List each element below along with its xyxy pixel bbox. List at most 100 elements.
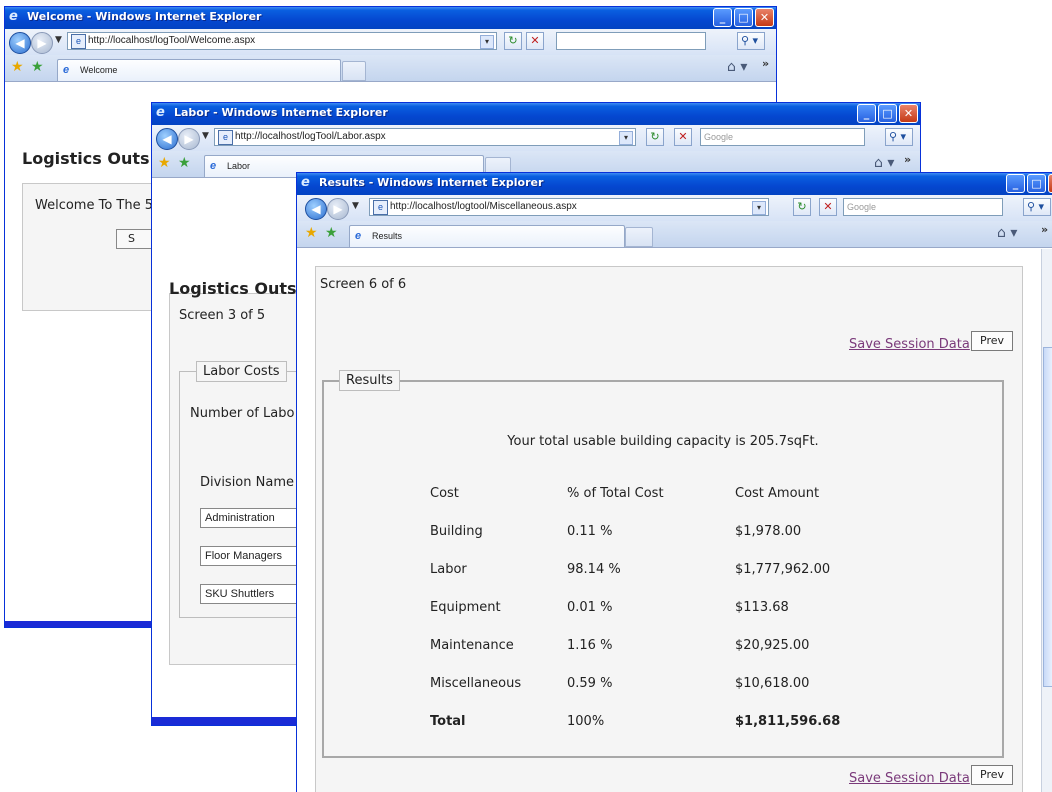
home-icon[interactable]: ⌂ ▾ [997,225,1017,241]
refresh-icon[interactable]: ↻ [504,32,522,50]
back-arrow-icon[interactable]: ◀ [305,198,327,220]
search-icon[interactable]: ⚲ ▾ [737,32,765,50]
close-button[interactable]: ✕ [755,8,774,27]
maximize-button[interactable]: □ [878,104,897,123]
home-icon[interactable]: ⌂ ▾ [727,59,747,75]
scrollbar-thumb[interactable] [1043,347,1052,687]
total-label: Total [430,714,466,729]
window-title: Results - Windows Internet Explorer [319,176,544,189]
more-tools-icon[interactable]: » [904,153,911,166]
address-input[interactable]: e http://localhost/logtool/Miscellaneous… [369,198,769,216]
stop-icon[interactable]: ✕ [819,198,837,216]
column-header-percent: % of Total Cost [567,486,664,501]
stop-icon[interactable]: ✕ [674,128,692,146]
address-input[interactable]: e http://localhost/logTool/Labor.aspx ▾ [214,128,636,146]
page-icon: e [373,200,388,215]
table-cell-amount: $10,618.00 [735,676,810,691]
tab-label: Labor [227,161,251,171]
stop-icon[interactable]: ✕ [526,32,544,50]
results-fieldset: Results Your total usable building capac… [322,370,1004,758]
table-cell-percent: 1.16 % [567,638,613,653]
new-tab-button[interactable] [625,227,653,247]
minimize-button[interactable]: _ [713,8,732,27]
page-title: Logistics Outs [22,149,150,168]
more-tools-icon[interactable]: » [1041,223,1048,236]
history-dropdown-icon[interactable]: ▼ [202,131,209,141]
labor-titlebar[interactable]: e Labor - Windows Internet Explorer _ □ … [152,103,920,125]
table-cell-cost: Labor [430,562,467,577]
address-dropdown-icon[interactable]: ▾ [480,35,494,49]
back-arrow-icon[interactable]: ◀ [9,32,31,54]
division-name-header: Division Name [200,475,294,490]
search-icon[interactable]: ⚲ ▾ [885,128,913,146]
fieldset-legend: Labor Costs [196,361,287,382]
ie-logo-icon: e [301,175,310,190]
address-input[interactable]: e http://localhost/logTool/Welcome.aspx … [67,32,497,50]
total-amount: $1,811,596.68 [735,714,841,729]
refresh-icon[interactable]: ↻ [646,128,664,146]
ie-tab-icon: e [355,230,362,242]
close-button[interactable]: ✕ [899,104,918,123]
tab-results[interactable]: e Results [349,225,625,247]
page-icon: e [218,130,233,145]
prev-button[interactable]: Prev [971,765,1013,785]
maximize-button[interactable]: □ [1027,174,1046,193]
minimize-button[interactable]: _ [1006,174,1025,193]
number-of-labor-label: Number of Labo [190,406,295,421]
address-dropdown-icon[interactable]: ▾ [619,131,633,145]
forward-arrow-icon[interactable]: ▶ [178,128,200,150]
add-favorite-icon[interactable]: ★ [31,59,44,75]
address-url: http://localhost/logTool/Welcome.aspx [88,35,256,46]
fieldset-legend: Results [339,370,400,391]
minimize-button[interactable]: _ [857,104,876,123]
search-input[interactable] [556,32,706,50]
add-favorite-icon[interactable]: ★ [178,155,191,171]
table-cell-cost: Miscellaneous [430,676,522,691]
tab-label: Results [372,231,403,241]
home-icon[interactable]: ⌂ ▾ [874,155,894,171]
search-input[interactable]: Google [700,128,865,146]
search-icon[interactable]: ⚲ ▾ [1023,198,1051,216]
add-favorite-icon[interactable]: ★ [325,225,338,241]
tab-welcome[interactable]: e Welcome [57,59,341,81]
table-cell-percent: 98.14 % [567,562,621,577]
results-titlebar[interactable]: e Results - Windows Internet Explorer _ … [297,173,1052,195]
welcome-titlebar[interactable]: e Welcome - Windows Internet Explorer _ … [5,7,776,29]
history-dropdown-icon[interactable]: ▼ [55,35,62,45]
screen-indicator: Screen 6 of 6 [320,277,407,292]
column-header-amount: Cost Amount [735,486,820,501]
forward-arrow-icon[interactable]: ▶ [31,32,53,54]
vertical-scrollbar[interactable] [1041,249,1052,792]
address-bar-row: ◀ ▶ ▼ e http://localhost/logTool/Welcome… [5,29,776,55]
table-cell-amount: $1,777,962.00 [735,562,831,577]
forward-arrow-icon[interactable]: ▶ [327,198,349,220]
address-bar-row: ◀ ▶ ▼ e http://localhost/logTool/Labor.a… [152,125,920,151]
tab-label: Welcome [80,65,118,75]
maximize-button[interactable]: □ [734,8,753,27]
search-input[interactable]: Google [843,198,1003,216]
welcome-text: Welcome To The 5 [35,198,153,213]
history-dropdown-icon[interactable]: ▼ [352,201,359,211]
more-tools-icon[interactable]: » [762,57,769,70]
table-cell-cost: Building [430,524,483,539]
address-url: http://localhost/logtool/Miscellaneous.a… [390,201,577,212]
prev-button[interactable]: Prev [971,331,1013,351]
tab-row: ★ ★ e Welcome ⌂ ▾ » [5,55,776,82]
favorites-star-icon[interactable]: ★ [305,225,318,241]
table-cell-percent: 0.59 % [567,676,613,691]
favorites-star-icon[interactable]: ★ [158,155,171,171]
refresh-icon[interactable]: ↻ [793,198,811,216]
table-cell-cost: Maintenance [430,638,514,653]
ie-logo-icon: e [156,105,165,120]
table-cell-amount: $1,978.00 [735,524,802,539]
table-cell-percent: 0.01 % [567,600,613,615]
favorites-star-icon[interactable]: ★ [11,59,24,75]
results-window: e Results - Windows Internet Explorer _ … [296,172,1052,792]
save-session-link[interactable]: Save Session Data [849,771,970,786]
save-session-link[interactable]: Save Session Data [849,337,970,352]
address-dropdown-icon[interactable]: ▾ [752,201,766,215]
close-button[interactable]: ✕ [1048,174,1052,193]
back-arrow-icon[interactable]: ◀ [156,128,178,150]
new-tab-button[interactable] [342,61,366,81]
table-cell-percent: 0.11 % [567,524,613,539]
